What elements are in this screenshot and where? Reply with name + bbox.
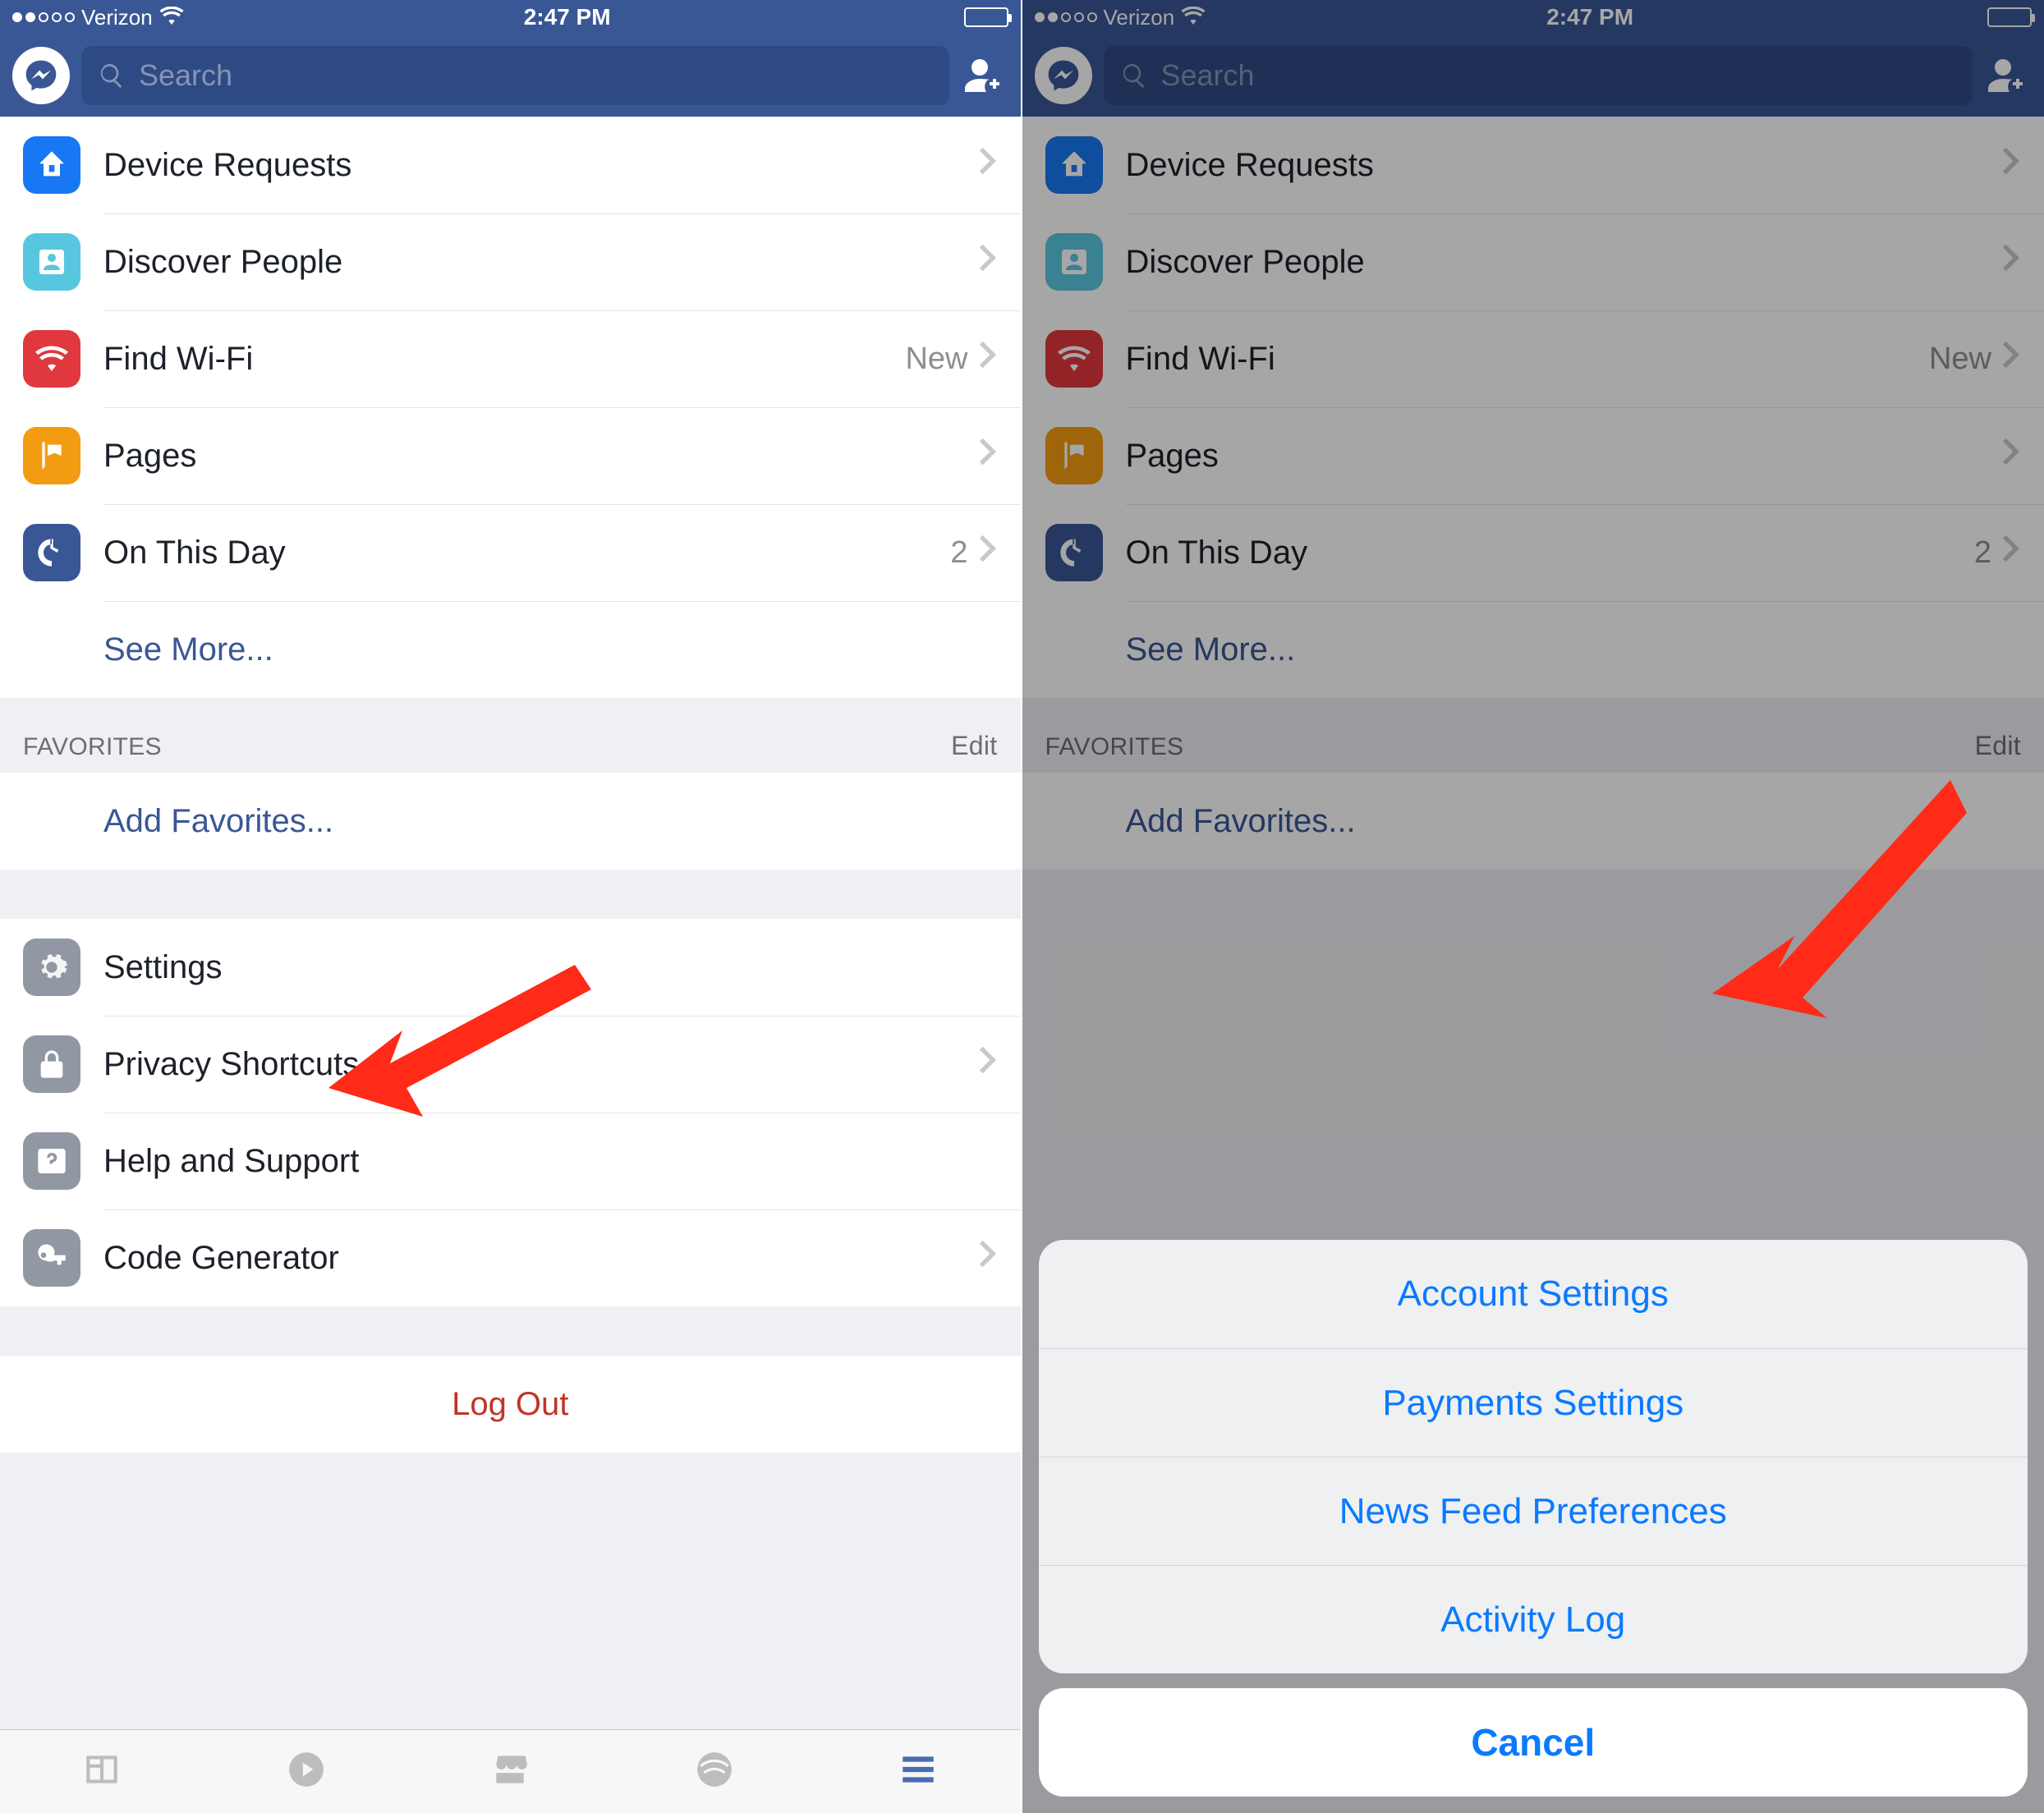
add-favorites-label: Add Favorites... [103,803,333,840]
menu-item-label: Device Requests [103,147,976,184]
menu-item-find-wifi[interactable]: Find Wi-Fi New [0,310,1021,407]
menu-item-label: Pages [103,438,976,475]
menu-item-code-generator[interactable]: Code Generator [0,1209,1021,1306]
chevron-right-icon [976,340,998,378]
menu-item-label: On This Day [103,535,950,571]
app-header [0,34,1021,117]
menu-item-device-requests[interactable]: Device Requests [0,117,1021,213]
menu-content: Device Requests Discover People Find Wi-… [0,117,1021,1729]
menu-item-label: Help and Support [103,1143,998,1180]
new-badge: New [905,342,967,377]
chevron-right-icon [976,534,998,571]
add-friend-icon[interactable] [961,56,1008,95]
signal-dots [12,12,75,22]
tab-marketplace[interactable] [489,1749,531,1794]
add-favorites-link[interactable]: Add Favorites... [0,773,1021,870]
search-icon [98,62,126,90]
wifi-icon [159,5,184,30]
see-more-link[interactable]: See More... [0,601,1021,698]
menu-item-label: Code Generator [103,1240,976,1277]
help-icon [23,1132,80,1190]
messenger-icon[interactable] [12,47,70,104]
menu-item-help-support[interactable]: Help and Support [0,1113,1021,1209]
menu-item-label: Find Wi-Fi [103,341,905,378]
lock-icon [23,1035,80,1093]
on-this-day-icon [23,524,80,581]
action-payments-settings[interactable]: Payments Settings [1039,1348,2028,1457]
tab-newsfeed[interactable] [81,1749,122,1794]
action-account-settings[interactable]: Account Settings [1039,1240,2028,1348]
tab-notifications[interactable] [694,1749,735,1794]
see-more-label: See More... [103,631,273,668]
chevron-right-icon [976,146,998,184]
annotation-arrow [328,940,591,1121]
action-activity-log[interactable]: Activity Log [1039,1565,2028,1673]
logout-button[interactable]: Log Out [0,1356,1021,1453]
gear-icon [23,939,80,996]
count-badge: 2 [950,535,967,571]
menu-item-label: Discover People [103,244,976,281]
menu-item-discover-people[interactable]: Discover People [0,213,1021,310]
action-news-feed-preferences[interactable]: News Feed Preferences [1039,1457,2028,1565]
device-requests-icon [23,136,80,194]
chevron-right-icon [976,243,998,281]
annotation-arrow [1704,755,1967,1018]
tab-bar [0,1729,1021,1813]
chevron-right-icon [976,1045,998,1083]
search-input-field[interactable] [139,58,933,93]
menu-item-pages[interactable]: Pages [0,407,1021,504]
favorites-title: FAVORITES [23,733,162,761]
search-input[interactable] [81,46,949,105]
logout-label: Log Out [452,1386,568,1423]
clock-label: 2:47 PM [524,4,611,30]
phone-screen-right: Verizon 2:47 PM [1022,0,2044,1813]
favorites-header: FAVORITES Edit [0,698,1021,773]
status-bar: Verizon 2:47 PM [0,0,1021,34]
phone-screen-left: Verizon 2:47 PM [0,0,1022,1813]
battery-icon [964,7,1008,27]
pages-icon [23,427,80,484]
settings-action-sheet: Account Settings Payments Settings News … [1039,1240,2028,1797]
action-cancel[interactable]: Cancel [1039,1688,2028,1797]
find-wifi-icon [23,330,80,388]
carrier-label: Verizon [81,5,153,30]
chevron-right-icon [976,1239,998,1277]
tab-menu[interactable] [898,1749,939,1794]
tab-video[interactable] [286,1749,327,1794]
favorites-edit-button[interactable]: Edit [951,731,997,761]
key-icon [23,1229,80,1287]
discover-people-icon [23,233,80,291]
chevron-right-icon [976,437,998,475]
menu-item-on-this-day[interactable]: On This Day 2 [0,504,1021,601]
